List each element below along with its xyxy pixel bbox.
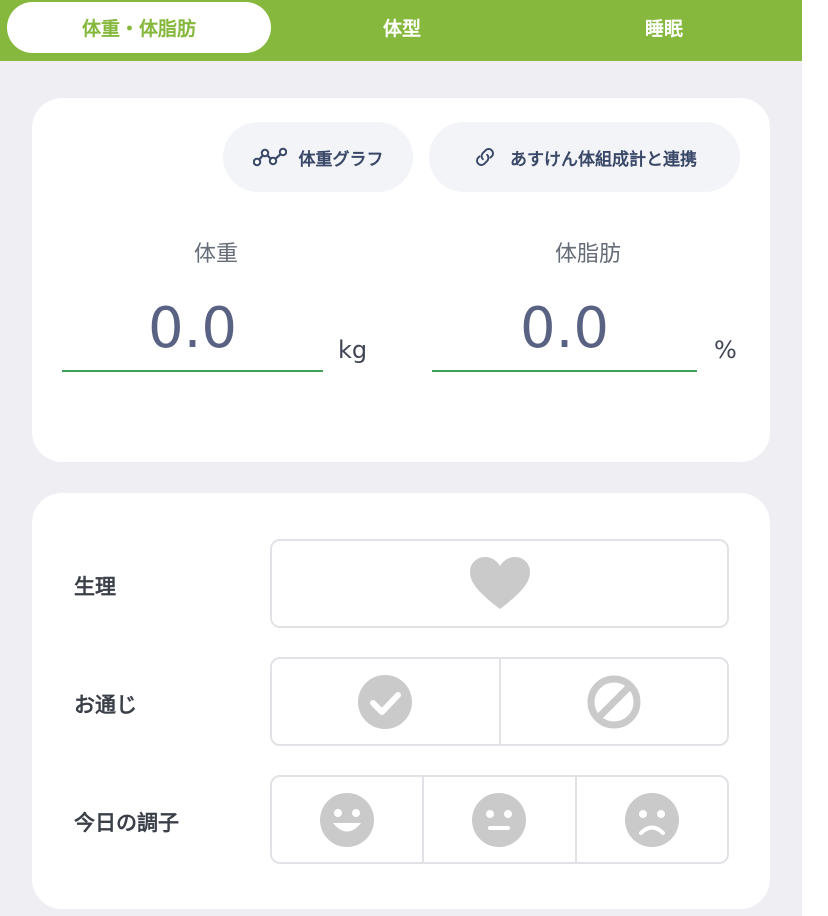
bowel-label: お通じ (74, 693, 137, 717)
mood-good-button[interactable] (272, 777, 423, 862)
check-circle-icon (358, 674, 413, 729)
mood-button-group (270, 775, 729, 864)
sad-face-icon (624, 792, 679, 847)
mood-label: 今日の調子 (74, 811, 179, 835)
tab-sleep[interactable]: 睡眠 (532, 0, 796, 55)
weight-graph-button[interactable]: 体重グラフ (223, 122, 413, 192)
weight-card: 体重グラフ あすけん体組成計と連携 体重 kg 体脂肪 % (32, 98, 770, 462)
bodyfat-input[interactable] (432, 286, 697, 372)
neutral-face-icon (472, 792, 527, 847)
bowel-button-group (270, 657, 729, 746)
tab-body-shape[interactable]: 体型 (272, 0, 532, 55)
graph-line-icon (252, 147, 287, 167)
prohibited-icon (587, 675, 641, 728)
smile-face-icon (320, 792, 375, 847)
heart-icon (469, 556, 530, 609)
bowel-yes-button[interactable] (272, 659, 499, 744)
tab-bar: 体重・体脂肪 体型 睡眠 (0, 0, 802, 61)
link-icon (476, 148, 494, 166)
weight-graph-label: 体重グラフ (298, 149, 384, 170)
connect-scale-label: あすけん体組成計と連携 (510, 149, 697, 170)
tab-weight-bodyfat[interactable]: 体重・体脂肪 (7, 2, 271, 53)
bowel-no-button[interactable] (498, 659, 727, 744)
period-label: 生理 (74, 575, 116, 599)
mood-bad-button[interactable] (574, 777, 727, 862)
period-button[interactable] (272, 541, 727, 626)
weight-unit: kg (338, 336, 368, 364)
weight-label: 体重 (193, 242, 238, 267)
bodyfat-unit: % (714, 336, 737, 364)
condition-card: 生理 お通じ 今日の調子 (32, 493, 770, 909)
bodyfat-label: 体脂肪 (554, 242, 621, 267)
weight-input[interactable] (62, 286, 323, 372)
connect-scale-button[interactable]: あすけん体組成計と連携 (429, 122, 740, 192)
period-button-group (270, 539, 729, 628)
mood-normal-button[interactable] (422, 777, 575, 862)
